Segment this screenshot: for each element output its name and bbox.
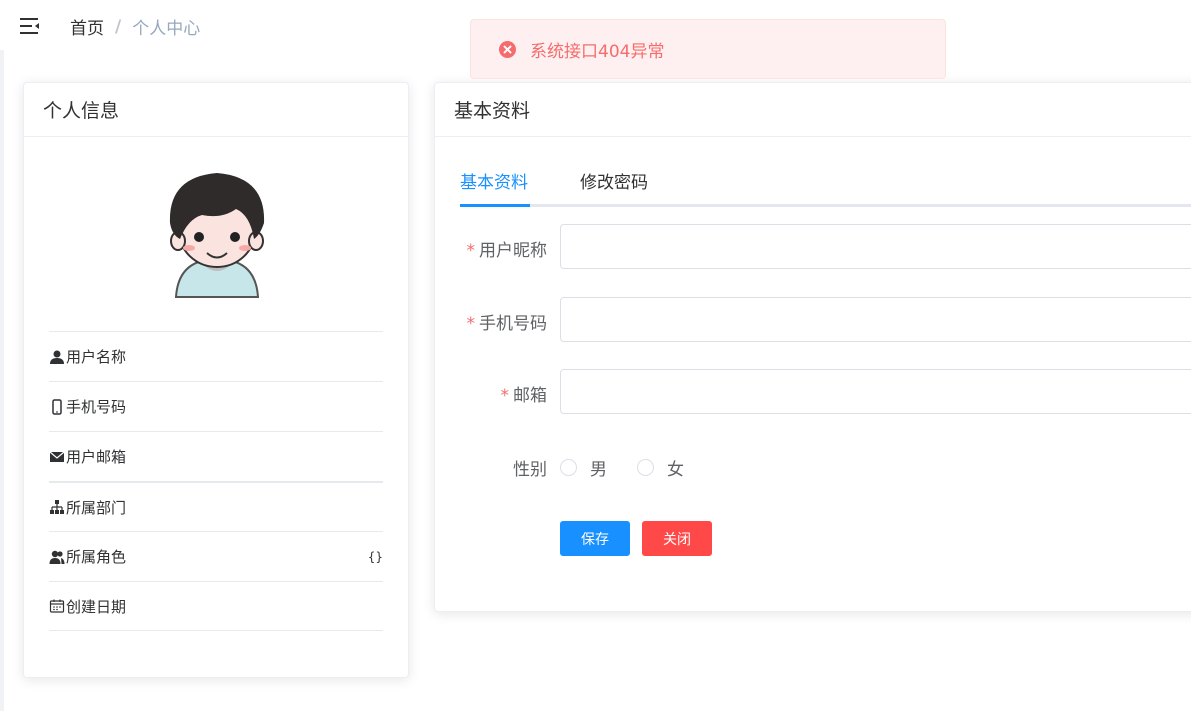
close-button[interactable]: 关闭	[642, 521, 712, 556]
profile-item-value: {}	[367, 549, 383, 564]
nickname-input[interactable]	[560, 224, 1191, 269]
breadcrumb-current: 个人中心	[132, 19, 201, 39]
tree-icon	[50, 500, 64, 514]
radio-circle[interactable]	[637, 459, 654, 476]
email-icon	[49, 451, 65, 462]
error-message-text: 系统接口404异常	[530, 41, 665, 62]
email-input[interactable]	[560, 369, 1191, 414]
profile-item-label: 所属角色	[66, 548, 127, 566]
sex-label: 性别	[513, 460, 547, 480]
list-item: 所属部门	[49, 481, 383, 531]
form-row-email: * 邮箱	[435, 369, 1191, 414]
profile-item-label: 用户名称	[66, 348, 127, 366]
list-item: 用户名称	[49, 331, 383, 381]
basic-info-card-title: 基本资料	[435, 83, 1191, 137]
nickname-label-text: 用户昵称	[479, 241, 547, 261]
list-item: 手机号码	[49, 381, 383, 431]
tab-change-password[interactable]: 修改密码	[580, 169, 648, 207]
radio-label-male: 男	[590, 460, 607, 480]
user-avatar	[169, 173, 265, 298]
profile-item-label: 创建日期	[66, 597, 127, 616]
tabs-divider	[460, 204, 1191, 207]
profile-info-list: 用户名称 手机号码 用户邮箱 所属部门 所属角色 {} 创建日期	[49, 331, 383, 631]
radio-label-female: 女	[667, 460, 684, 480]
profile-item-label: 手机号码	[66, 398, 127, 416]
nickname-label: * 用户昵称	[467, 236, 548, 261]
sex-radio-group: 男 女	[560, 455, 714, 480]
required-mark: *	[466, 241, 476, 261]
form-row-sex: 性别 男 女	[435, 443, 1191, 488]
tab-basic-info[interactable]: 基本资料	[460, 169, 528, 207]
phone-label-text: 手机号码	[479, 314, 547, 334]
phone-input[interactable]	[560, 297, 1191, 342]
email-label-text: 邮箱	[513, 386, 547, 406]
basic-info-card: 基本资料 基本资料 修改密码 *用户昵称 *手机号码 *邮箱 性别 男 女	[434, 82, 1191, 612]
profile-card-title: 个人信息	[24, 83, 408, 137]
profile-card: 个人信息 用户名称 手机号码 用户邮箱 所属部门 所属角色 {} 创建日期	[23, 82, 409, 678]
list-item: 用户邮箱	[49, 431, 383, 481]
form-row-actions: 保存 关闭	[435, 521, 1191, 566]
form-row-phone: * 手机号码	[435, 297, 1191, 342]
radio-male[interactable]: 男	[560, 455, 607, 480]
profile-item-label: 所属部门	[66, 498, 127, 517]
breadcrumb: 首页 / 个人中心	[70, 14, 201, 40]
date-icon	[49, 599, 65, 613]
tab-active-indicator	[460, 204, 530, 207]
email-label: * 邮箱	[501, 381, 548, 406]
form-row-nickname: * 用户昵称	[435, 224, 1191, 269]
user-icon	[50, 350, 64, 364]
phone-label: * 手机号码	[467, 309, 548, 334]
save-button[interactable]: 保存	[560, 521, 630, 556]
breadcrumb-home[interactable]: 首页	[70, 14, 104, 39]
circle-close-icon	[499, 40, 516, 58]
peoples-icon	[49, 550, 65, 564]
radio-female[interactable]: 女	[637, 455, 684, 480]
error-message: 系统接口404异常	[470, 19, 946, 79]
hamburger-icon[interactable]	[19, 15, 41, 37]
required-mark: *	[500, 386, 510, 406]
list-item: 所属角色 {}	[49, 531, 383, 581]
required-mark: *	[466, 314, 476, 334]
breadcrumb-separator: /	[115, 16, 122, 37]
radio-circle[interactable]	[560, 459, 577, 476]
tabs: 基本资料 修改密码	[460, 169, 1191, 207]
profile-item-label: 用户邮箱	[66, 448, 127, 466]
list-item: 创建日期	[49, 581, 383, 631]
phone-icon	[52, 398, 62, 415]
